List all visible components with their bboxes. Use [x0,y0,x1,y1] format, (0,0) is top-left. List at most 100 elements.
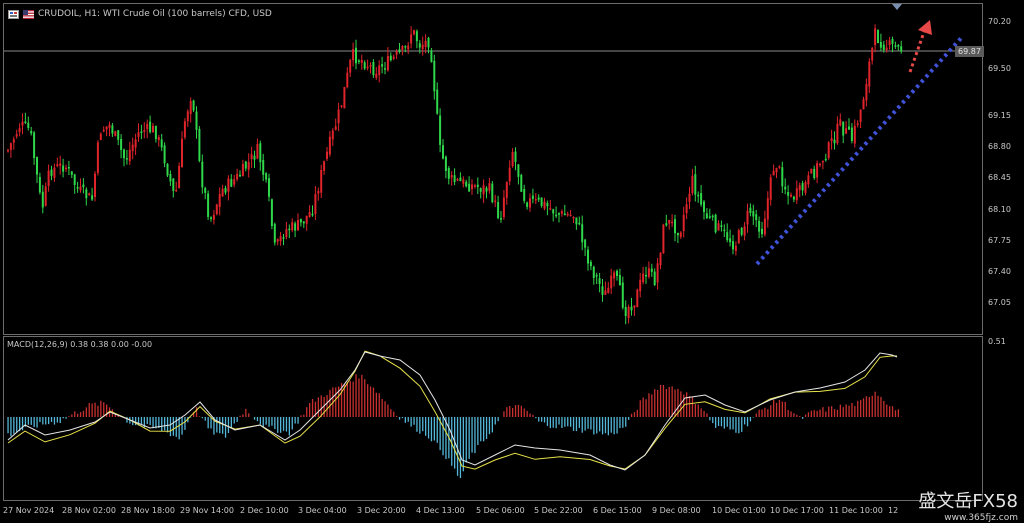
candle-body [444,156,447,171]
candle-body [401,46,404,50]
candle-body [59,163,62,166]
macd-axis-top: 0.51 [988,337,1006,346]
candle-body [253,155,256,160]
flag-icon [23,9,34,19]
candle-body [53,167,56,178]
candle-body [566,213,569,216]
candle-body [546,203,549,207]
macd-histogram-bar [297,417,299,424]
candle-body [392,56,395,59]
macd-histogram-bar [239,415,241,417]
candle-body [578,222,581,225]
macd-histogram-bar [404,417,406,423]
candle-body [195,111,198,130]
macd-histogram-bar [236,417,238,422]
candle-body [865,84,868,101]
watermark-text: 盛文岳FX58 [918,491,1018,512]
macd-histogram-bar [248,413,250,417]
macd-histogram-bar [358,378,360,417]
candle-body [575,217,578,225]
watermark-url: www.365fjz.com [944,513,1018,523]
candle-body [50,169,53,176]
candle-body [540,197,543,206]
candle-body [181,138,183,168]
macd-histogram-bar [575,417,578,432]
candle-body [279,236,282,242]
macd-histogram-bar [613,417,615,435]
macd-histogram-bar [549,417,551,429]
candle-body [410,34,413,44]
candle-body [7,149,9,152]
time-axis-label: 28 Nov 18:00 [121,506,175,515]
macd-histogram-bar [819,409,821,417]
macd-histogram-bar [372,387,375,417]
candle-body [201,161,204,188]
candle-body [30,130,33,134]
candle-body [587,249,589,264]
macd-histogram-bar [152,417,154,429]
macd-histogram-bar [103,402,105,417]
macd-histogram-bar [291,417,293,430]
macd-histogram-bar [865,396,868,417]
macd-histogram-bar [410,417,412,427]
macd-histogram-bar [48,417,50,425]
candle-body [726,232,729,241]
macd-histogram-bar [552,417,554,428]
macd-histogram-bar [799,416,801,417]
candle-body [233,179,236,185]
candle-body [482,185,485,195]
candle-body [537,197,540,200]
candle-body [439,115,442,145]
candle-body [653,271,656,286]
macd-histogram-bar [520,405,522,417]
candle-body [723,229,726,232]
candle-body [830,138,833,141]
macd-histogram-bar [764,407,766,417]
macd-histogram-bar [532,414,534,417]
candle-body [497,202,500,219]
chart-canvas [4,4,982,479]
candle-body [734,245,737,251]
candle-body [207,193,210,217]
macd-histogram-bar [590,417,592,430]
candle-body [79,186,82,191]
macd-histogram-bar [804,414,807,417]
candle-body [517,164,520,177]
candle-body [172,178,175,191]
candle-body [705,213,708,219]
candle-body [502,197,505,218]
macd-histogram-bar [584,417,586,431]
macd-histogram-bar [42,417,44,425]
macd-histogram-bar [636,409,638,417]
candle-body [584,239,587,248]
macd-histogram-bar [630,413,633,417]
macd-histogram-bar [79,412,82,417]
macd-histogram-bar [831,406,833,417]
candle-body [581,224,584,243]
macd-histogram-bar [271,417,273,426]
macd-histogram-bar [619,417,621,429]
macd-histogram-bar [166,417,169,433]
macd-histogram-bar [288,417,290,436]
macd-histogram-bar [828,406,830,417]
candle-body [572,217,575,219]
macd-histogram-bar [390,409,392,417]
macd-histogram-bar [851,402,853,417]
candle-body [91,195,94,200]
macd-histogram-bar [642,397,644,417]
candle-body [378,65,381,76]
candle-body [76,187,79,189]
candle-body [450,175,453,178]
candle-body [810,168,813,174]
candle-body [787,192,790,196]
candle-body [703,201,705,213]
candle-body [218,194,221,207]
candle-body [671,221,674,224]
candle-body [186,111,189,122]
macd-histogram-bar [485,417,488,439]
macd-histogram-bar [558,417,560,425]
candle-body [149,121,152,133]
symbol-menu-icon[interactable] [8,9,19,19]
macd-histogram-bar [845,404,847,417]
candle-body [270,199,273,226]
